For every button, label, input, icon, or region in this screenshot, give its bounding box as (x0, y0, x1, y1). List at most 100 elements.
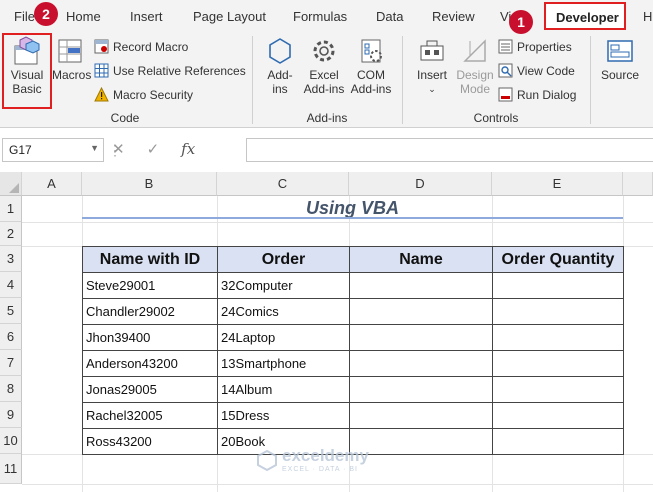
run-dialog-icon (498, 87, 513, 102)
row-header-2[interactable]: 2 (0, 222, 22, 246)
tab-page-layout[interactable]: Page Layout (193, 9, 266, 24)
cell-name[interactable] (349, 428, 493, 455)
column-header-e[interactable]: E (492, 172, 623, 196)
cell-order-quantity[interactable] (492, 298, 624, 325)
properties-button[interactable]: Properties (498, 39, 572, 54)
row-header-4[interactable]: 4 (0, 272, 22, 298)
relative-references-icon (94, 63, 109, 78)
add-ins-button[interactable]: Add- ins (260, 36, 300, 96)
enter-icon[interactable]: ✓ (147, 140, 160, 158)
cell-name-with-id[interactable]: Rachel32005 (82, 402, 218, 429)
add-ins-icon (269, 38, 291, 64)
row-header-10[interactable]: 10 (0, 428, 22, 454)
cancel-icon[interactable]: ✕ (112, 140, 125, 158)
tab-home[interactable]: Home (66, 9, 101, 24)
select-all-corner[interactable] (0, 172, 22, 196)
cell-order-quantity[interactable] (492, 272, 624, 299)
table-row: Steve29001 32Computer (82, 272, 624, 299)
cell-name[interactable] (349, 402, 493, 429)
source-button[interactable]: Source (596, 36, 644, 82)
chevron-down-icon[interactable]: ▼ (90, 143, 99, 153)
com-add-ins-label: COM Add-ins (350, 68, 392, 96)
tab-formulas[interactable]: Formulas (293, 9, 347, 24)
use-relative-references-button[interactable]: Use Relative References (94, 63, 246, 78)
header-name-with-id[interactable]: Name with ID (82, 246, 218, 273)
excel-add-ins-button[interactable]: Excel Add-ins (302, 36, 346, 96)
cell-name-with-id[interactable]: Chandler29002 (82, 298, 218, 325)
cell-order-quantity[interactable] (492, 428, 624, 455)
run-dialog-button[interactable]: Run Dialog (498, 87, 576, 102)
name-box[interactable]: G17 ▼ (2, 138, 104, 162)
cell-order-quantity[interactable] (492, 376, 624, 403)
tab-developer[interactable]: Developer (544, 2, 626, 30)
cell-name[interactable] (349, 350, 493, 377)
header-name[interactable]: Name (349, 246, 493, 273)
cell-name[interactable] (349, 376, 493, 403)
corner-triangle-icon (9, 183, 19, 193)
code-group-label: Code (110, 111, 140, 125)
header-order-quantity[interactable]: Order Quantity (492, 246, 624, 273)
header-order[interactable]: Order (217, 246, 350, 273)
table-row: Chandler29002 24Comics (82, 298, 624, 325)
source-label: Source (600, 68, 640, 82)
row-header-7[interactable]: 7 (0, 350, 22, 376)
row-header-5[interactable]: 5 (0, 298, 22, 324)
cell-order[interactable]: 24Laptop (217, 324, 350, 351)
view-code-button[interactable]: View Code (498, 63, 575, 78)
insert-function-icon[interactable]: fx (181, 140, 195, 158)
cell-order[interactable]: 13Smartphone (217, 350, 350, 377)
cell-name[interactable] (349, 272, 493, 299)
formula-input[interactable] (246, 138, 653, 162)
formula-bar: G17 ▼ ⋮ ✕ ✓ fx (0, 128, 653, 172)
cell-order[interactable]: 14Album (217, 376, 350, 403)
step-badge-1: 1 (509, 10, 533, 34)
row-header-1[interactable]: 1 (0, 196, 22, 222)
cell-order[interactable]: 24Comics (217, 298, 350, 325)
column-header-b[interactable]: B (82, 172, 217, 196)
gear-icon (313, 40, 335, 62)
cell-name-with-id[interactable]: Jhon39400 (82, 324, 218, 351)
table-row: Jonas29005 14Album (82, 376, 624, 403)
tab-insert[interactable]: Insert (130, 9, 163, 24)
cell-name-with-id[interactable]: Ross43200 (82, 428, 218, 455)
cell-name[interactable] (349, 298, 493, 325)
visual-basic-highlight (2, 33, 52, 109)
column-header-f[interactable] (623, 172, 653, 196)
column-header-d[interactable]: D (349, 172, 492, 196)
row-header-11[interactable]: 11 (0, 454, 22, 484)
cell-name-with-id[interactable]: Steve29001 (82, 272, 218, 299)
record-macro-button[interactable]: Record Macro (94, 39, 188, 54)
cell-order-quantity[interactable] (492, 350, 624, 377)
group-divider (590, 36, 591, 124)
design-mode-button[interactable]: Design Mode (454, 36, 496, 96)
tab-file[interactable]: File (14, 9, 35, 24)
macro-security-button[interactable]: Macro Security (94, 87, 193, 102)
run-dialog-label: Run Dialog (517, 87, 577, 102)
properties-icon (498, 39, 513, 54)
data-table: Name with ID Order Name Order Quantity S… (82, 246, 624, 455)
cell-order[interactable]: 32Computer (217, 272, 350, 299)
tab-data[interactable]: Data (376, 9, 403, 24)
column-header-c[interactable]: C (217, 172, 349, 196)
controls-group-label: Controls (473, 111, 519, 125)
view-code-icon (498, 63, 513, 78)
cell-name-with-id[interactable]: Anderson43200 (82, 350, 218, 377)
row-header-9[interactable]: 9 (0, 402, 22, 428)
use-relative-references-label: Use Relative References (113, 63, 246, 78)
com-add-ins-button[interactable]: COM Add-ins (348, 36, 394, 96)
gridline (22, 484, 653, 485)
cell-order[interactable]: 15Dress (217, 402, 350, 429)
row-header-6[interactable]: 6 (0, 324, 22, 350)
column-header-a[interactable]: A (22, 172, 82, 196)
watermark-name: exceldemy (282, 446, 369, 465)
insert-control-button[interactable]: Insert ⌄ (410, 36, 454, 96)
tab-review[interactable]: Review (432, 9, 475, 24)
cell-name-with-id[interactable]: Jonas29005 (82, 376, 218, 403)
row-header-3[interactable]: 3 (0, 246, 22, 272)
macros-button[interactable]: Macros (52, 36, 91, 82)
tab-help[interactable]: H (643, 9, 652, 24)
cell-order-quantity[interactable] (492, 324, 624, 351)
cell-order-quantity[interactable] (492, 402, 624, 429)
cell-name[interactable] (349, 324, 493, 351)
row-header-8[interactable]: 8 (0, 376, 22, 402)
